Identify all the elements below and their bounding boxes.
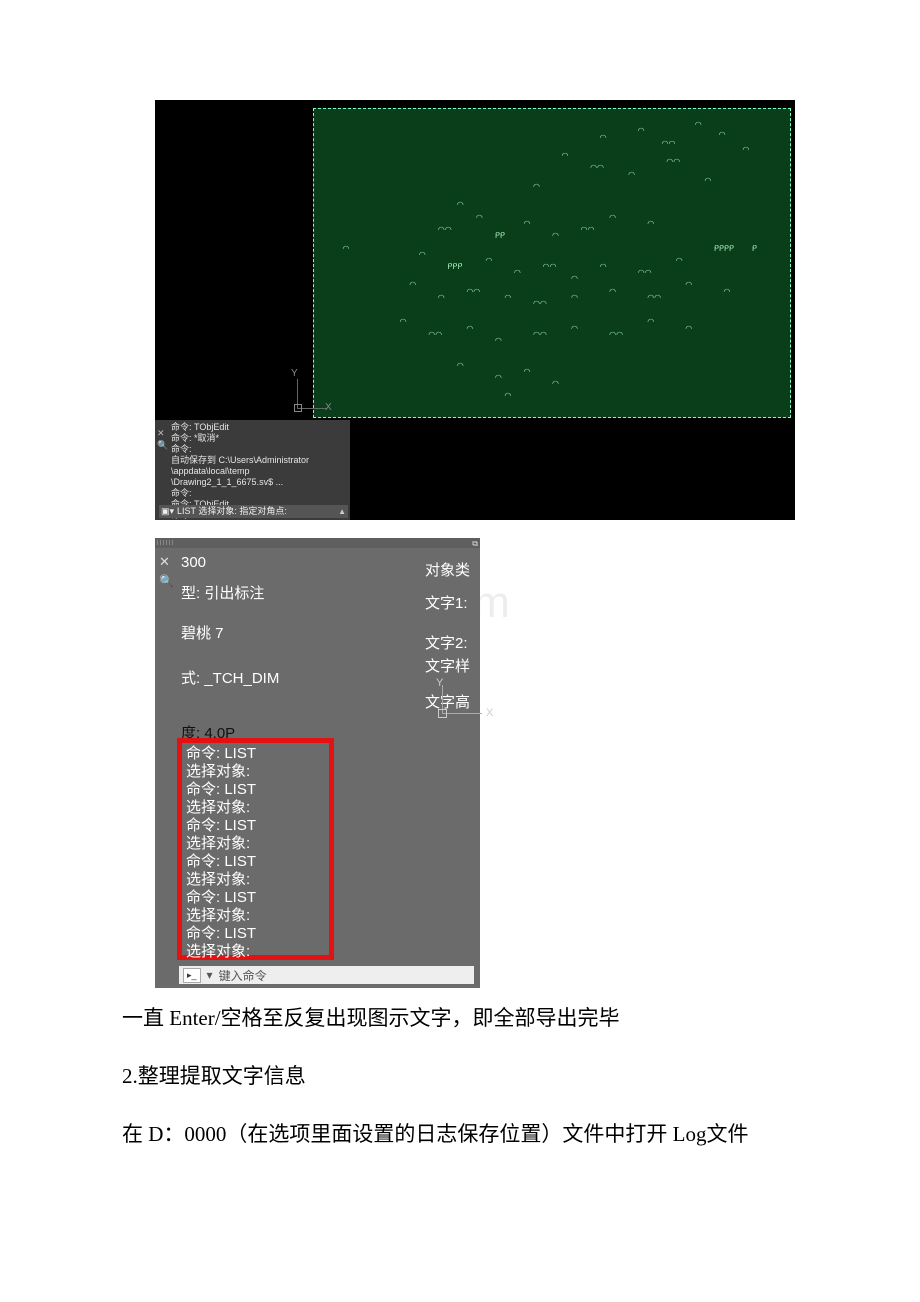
cmd-line: 命令: LIST bbox=[186, 817, 325, 835]
cmd-line: 选择对象: bbox=[186, 943, 325, 961]
axis-y-label: Y bbox=[291, 368, 298, 379]
command-input-row[interactable]: ▣▾ LIST 选择对象: 指定对角点: ▲ bbox=[159, 505, 348, 518]
paragraph: 在 D：0000（在选项里面设置的日志保存位置）文件中打开 Log文件 bbox=[80, 1116, 840, 1153]
command-prompt-text: LIST 选择对象: 指定对角点: bbox=[177, 506, 287, 517]
cad-viewport: ◠◠ ◠◠◠ ◠◠ ◠◠◠ ◠◠◠ ◠◠ ◠◠ ◠◠ᑭᑭ ◠◠ ◠◠◠ ◠◠ ᑭ… bbox=[313, 108, 791, 418]
cmd-line: \appdata\local\temp bbox=[171, 466, 346, 477]
close-icon[interactable]: ✕ bbox=[157, 428, 165, 439]
cmd-line: 命令: LIST bbox=[186, 853, 325, 871]
command-panel: ✕ 🔍 命令: TObjEdit 命令: *取消* 命令: 自动保存到 C:\U… bbox=[155, 420, 350, 520]
prompt-icon[interactable]: ▸_ bbox=[183, 968, 201, 983]
cmd-line: 选择对象: bbox=[186, 835, 325, 853]
cad-scatter-markers: ◠◠ ◠◠◠ ◠◠ ◠◠◠ ◠◠◠ ◠◠ ◠◠ ◠◠ᑭᑭ ◠◠ ◠◠◠ ◠◠ ᑭ… bbox=[314, 109, 790, 417]
cmd-line: 命令: LIST bbox=[186, 745, 325, 763]
search-icon[interactable]: 🔍 bbox=[157, 440, 168, 451]
cmd-line: 选择对象: bbox=[186, 907, 325, 925]
grip-icon bbox=[157, 540, 175, 545]
cmd-line: 命令: TObjEdit bbox=[171, 422, 346, 433]
cad-screenshot-1: ◠◠ ◠◠◠ ◠◠ ◠◠◠ ◠◠◠ ◠◠ ◠◠ ◠◠ᑭᑭ ◠◠ ◠◠◠ ◠◠ ᑭ… bbox=[155, 100, 795, 520]
search-icon[interactable]: 🔍 bbox=[159, 574, 174, 588]
axis-y-label: Y bbox=[436, 677, 443, 689]
highlighted-command-history: 命令: LIST 选择对象: 命令: LIST 选择对象: 命令: LIST 选… bbox=[177, 738, 334, 960]
left-text-column: 300 型: 引出标注 碧桃 7 式: _TCH_DIM bbox=[181, 552, 279, 690]
restore-icon: ⧉ bbox=[472, 539, 478, 549]
text-line: 对象类 bbox=[425, 560, 470, 583]
axis-x-label: X bbox=[325, 402, 332, 413]
close-icon[interactable]: ✕ bbox=[159, 554, 170, 570]
cmd-line: 选择对象: bbox=[186, 871, 325, 889]
cmd-line: 命令: *取消* bbox=[171, 433, 346, 444]
text-line: 文字高 bbox=[425, 692, 470, 715]
text-line: 式: _TCH_DIM bbox=[181, 668, 279, 691]
cmd-line: 选择对象: bbox=[186, 763, 325, 781]
cad-ucs-axis: Y X bbox=[281, 375, 331, 415]
dropdown-icon[interactable]: ▾ bbox=[207, 968, 213, 982]
command-input-row[interactable]: ▸_ ▾ 键入命令 bbox=[179, 966, 474, 984]
paragraph: 2.整理提取文字信息 bbox=[80, 1058, 840, 1095]
axis-x-label: X bbox=[486, 707, 493, 719]
cad-screenshot-2: ⧉ ✕ 🔍 300 型: 引出标注 碧桃 7 式: _TCH_DIM 度: 4.… bbox=[155, 538, 480, 988]
text-line: 文字1: bbox=[425, 593, 470, 616]
text-line: 型: 引出标注 bbox=[181, 583, 279, 606]
cmd-line: 命令: LIST bbox=[186, 781, 325, 799]
cmd-line: \Drawing2_1_1_6675.sv$ ... bbox=[171, 477, 346, 488]
right-text-column: 对象类 文字1: 文字2: 文字样 文字高 bbox=[425, 560, 470, 715]
cmd-line: 命令: bbox=[171, 488, 346, 499]
text-line: 碧桃 7 bbox=[181, 623, 279, 646]
cmd-line: 选择对象: bbox=[186, 799, 325, 817]
text-line: 文字2: bbox=[425, 633, 470, 656]
panel-titlebar[interactable]: ⧉ bbox=[155, 538, 480, 548]
cmd-line: 命令: LIST bbox=[186, 889, 325, 907]
paragraph: 一直 Enter/空格至反复出现图示文字，即全部导出完毕 bbox=[80, 1000, 840, 1037]
text-line: 300 bbox=[181, 552, 279, 575]
command-placeholder: 键入命令 bbox=[219, 967, 267, 984]
document-page: ◠◠ ◠◠◠ ◠◠ ◠◠◠ ◠◠◠ ◠◠ ◠◠ ◠◠ᑭᑭ ◠◠ ◠◠◠ ◠◠ ᑭ… bbox=[0, 0, 920, 1233]
cmd-line: 自动保存到 C:\Users\Administrator bbox=[171, 455, 346, 466]
cmd-line: 命令: LIST bbox=[186, 925, 325, 943]
expand-icon[interactable]: ▲ bbox=[338, 506, 346, 517]
prompt-icon: ▣▾ bbox=[161, 506, 174, 517]
cmd-line: 命令: bbox=[171, 444, 346, 455]
text-line: 文字样 bbox=[425, 656, 470, 679]
